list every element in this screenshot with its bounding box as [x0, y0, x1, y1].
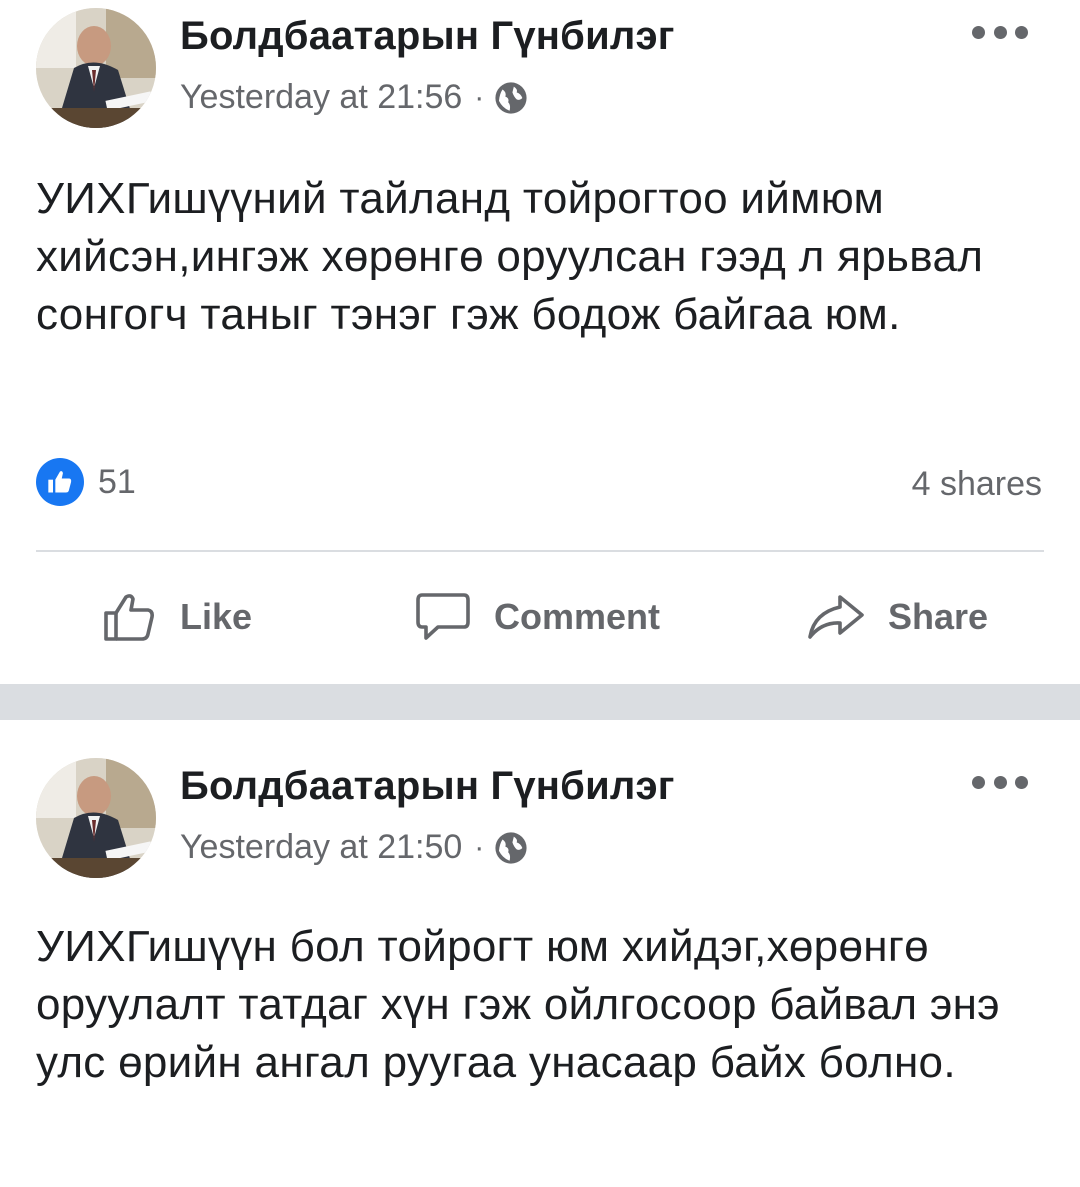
avatar-photo	[36, 8, 156, 128]
comment-button[interactable]: Comment	[414, 580, 660, 654]
reaction-summary[interactable]: 51	[36, 458, 136, 506]
author-name[interactable]: Болдбаатарын Гүнбилэг	[180, 14, 675, 59]
share-label: Share	[888, 596, 989, 637]
like-reaction-icon	[36, 458, 84, 506]
like-count: 51	[98, 462, 136, 501]
meta-separator: ·	[474, 830, 485, 864]
share-button[interactable]: Share	[806, 580, 988, 654]
thumbs-up-icon	[104, 594, 154, 641]
globe-icon[interactable]	[494, 831, 528, 865]
share-icon	[808, 595, 864, 639]
post-timestamp[interactable]: Yesterday at 21:50	[180, 828, 462, 867]
more-options-icon[interactable]	[972, 22, 1028, 42]
author-avatar[interactable]	[36, 758, 156, 878]
comment-label: Comment	[494, 596, 661, 637]
post-meta: Yesterday at 21:50 ·	[180, 828, 528, 867]
comment-icon	[416, 593, 470, 640]
feed-post: Болдбаатарын Гүнбилэг Yesterday at 21:50…	[0, 720, 1080, 1187]
post-text: УИХГишүүний тайланд тойрогтоо иймюм хийс…	[36, 174, 984, 339]
meta-separator: ·	[474, 80, 485, 114]
globe-icon[interactable]	[494, 81, 528, 115]
author-name[interactable]: Болдбаатарын Гүнбилэг	[180, 764, 675, 809]
post-meta: Yesterday at 21:56 ·	[180, 78, 528, 117]
post-text: УИХГишүүн бол тойрогт юм хийдэг,хөрөнгө …	[36, 922, 1000, 1087]
more-options-icon[interactable]	[972, 772, 1028, 792]
author-avatar[interactable]	[36, 8, 156, 128]
shares-count[interactable]: 4 shares	[912, 465, 1042, 504]
avatar-photo	[36, 758, 156, 878]
feed-post: Болдбаатарын Гүнбилэг Yesterday at 21:56…	[0, 0, 1080, 684]
post-actions: Like Comment Share	[0, 580, 1080, 654]
like-button[interactable]: Like	[102, 580, 252, 654]
divider	[36, 550, 1044, 552]
post-timestamp[interactable]: Yesterday at 21:56	[180, 78, 462, 117]
like-label: Like	[180, 596, 253, 637]
feed-separator	[0, 684, 1080, 720]
